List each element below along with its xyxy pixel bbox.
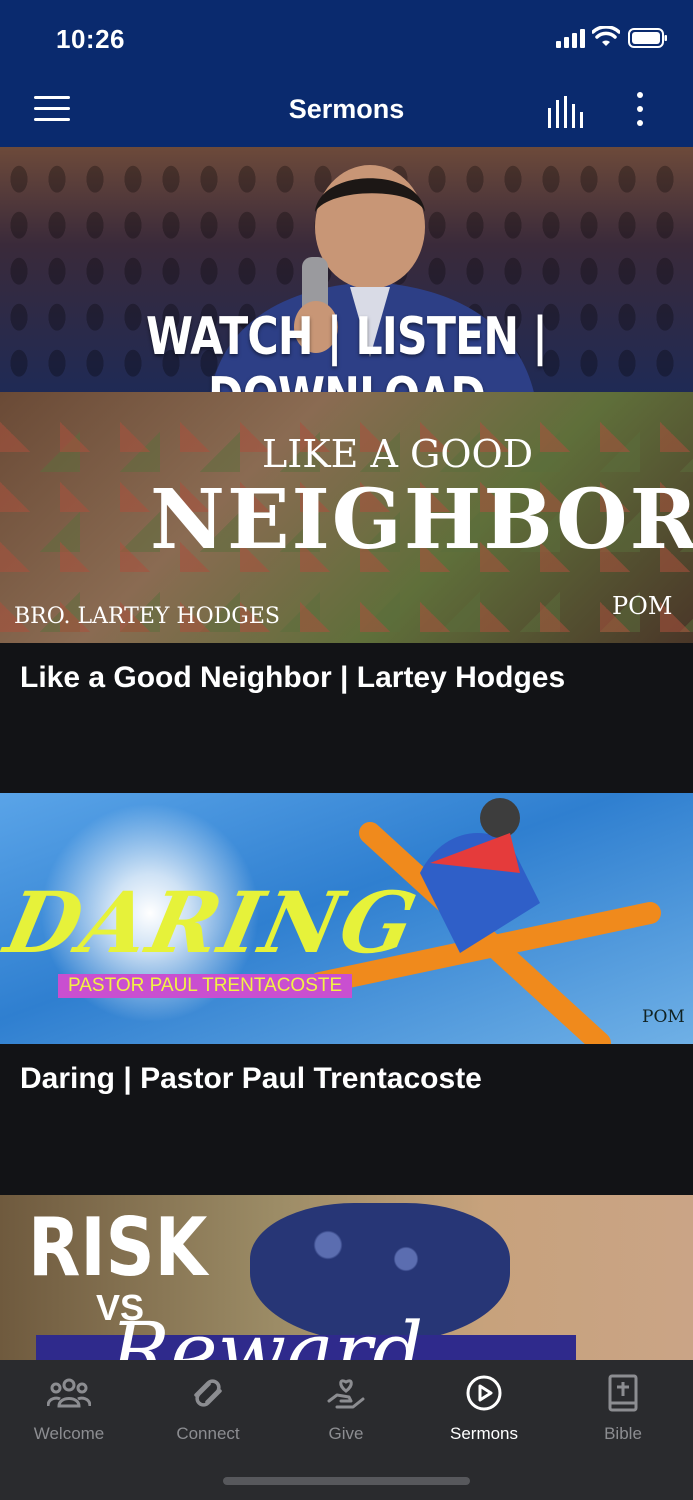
connect-icon [194,1379,222,1407]
status-time: 10:26 [56,24,125,54]
sermon-card[interactable]: RISK VS Reward [0,1195,693,1360]
tab-bible[interactable]: Bible [554,1374,692,1444]
page-title: Sermons [288,94,405,124]
play-circle-icon [466,1375,502,1411]
sermon-card[interactable]: LIKE A GOOD NEIGHBOR BRO. LARTEY HODGES … [0,392,693,793]
app-header: 10:26 Sermons [0,0,693,147]
tab-label: Give [328,1424,364,1443]
sermon-title: Daring | Pastor Paul Trentacoste [20,1062,482,1095]
home-indicator[interactable] [223,1477,470,1485]
sermon-list: WATCH | LISTEN | DOWNLOAD LIKE A GOOD NE… [0,147,693,1360]
sermon-thumbnail: DARING PASTOR PAUL TRENTACOSTE POM [0,793,693,1044]
tab-label: Welcome [33,1424,105,1443]
tab-label: Bible [604,1424,642,1443]
hero-caption: WATCH | LISTEN | DOWNLOAD [145,307,548,392]
tab-sermons[interactable]: Sermons [415,1374,553,1444]
status-bar: 10:26 [0,0,693,78]
people-icon [47,1378,91,1408]
wifi-icon [592,26,620,46]
audio-bars-icon[interactable] [546,96,588,128]
hero-banner[interactable]: WATCH | LISTEN | DOWNLOAD [0,147,693,392]
church-logo: POM [612,592,673,620]
thumbnail-text: DARING [0,873,427,972]
battery-icon [628,28,667,48]
tab-label: Connect [176,1424,240,1443]
cellular-signal-icon [556,29,585,48]
thumbnail-byline: BRO. LARTEY HODGES [14,604,280,629]
tab-bar: Welcome Connect Give Sermons Bible [0,1360,693,1500]
thumbnail-byline: PASTOR PAUL TRENTACOSTE [58,974,353,998]
sermon-thumbnail: RISK VS Reward [0,1195,693,1360]
church-logo: POM [642,1007,685,1027]
thumbnail-text: Reward [110,1305,424,1360]
tab-give[interactable]: Give [277,1374,415,1444]
tab-connect[interactable]: Connect [139,1374,277,1444]
tab-label: Sermons [449,1424,519,1443]
more-options-icon[interactable] [630,92,650,132]
thumbnail-text: NEIGHBOR [150,472,693,568]
give-hand-heart-icon [327,1379,365,1409]
thumbnail-text: RISK [28,1201,208,1294]
sermon-title: Like a Good Neighbor | Lartey Hodges [20,661,566,694]
thumbnail-text: LIKE A GOOD [262,432,534,476]
nav-bar: Sermons [0,78,693,147]
bible-icon [608,1374,638,1412]
sermon-card[interactable]: DARING PASTOR PAUL TRENTACOSTE POM Darin… [0,793,693,1194]
tab-welcome[interactable]: Welcome [0,1374,138,1444]
sermon-thumbnail: LIKE A GOOD NEIGHBOR BRO. LARTEY HODGES … [0,392,693,643]
